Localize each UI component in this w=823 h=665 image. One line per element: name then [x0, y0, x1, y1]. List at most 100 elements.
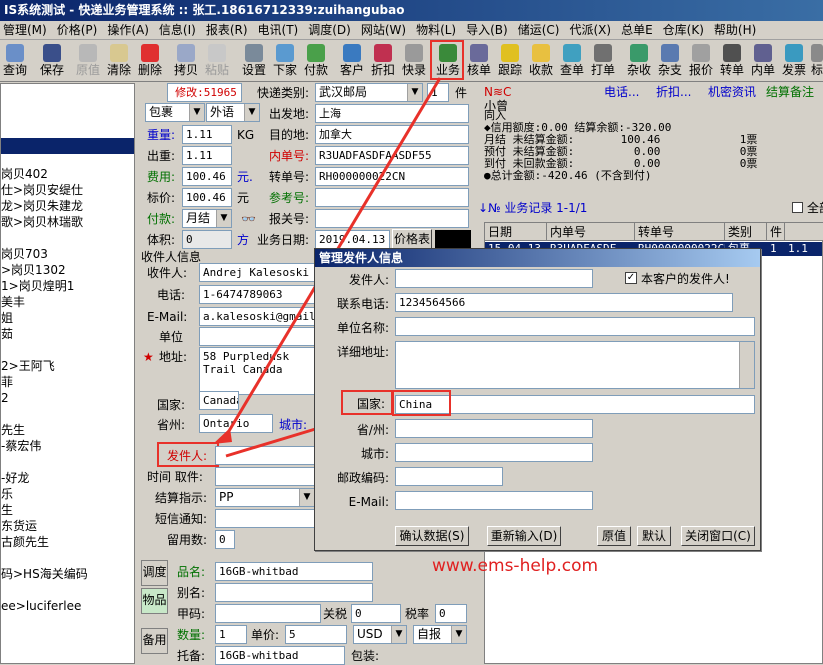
tree-selected-row[interactable] [1, 138, 134, 154]
dlg-email-input[interactable] [395, 491, 593, 510]
check-order-button[interactable]: 核单 [465, 42, 493, 80]
menu-item[interactable]: 网站(W) [358, 21, 413, 39]
tree-item[interactable]: 生 [1, 502, 13, 518]
sms-input[interactable] [215, 509, 315, 528]
chevron-down-icon[interactable]: ▼ [299, 489, 314, 506]
tariff-input[interactable]: 0 [351, 604, 401, 623]
reenter-button[interactable]: 重新输入(D) [487, 526, 561, 546]
delete-button[interactable]: 删除 [136, 42, 164, 80]
tree-item[interactable]: 1>岗贝煌明1 [1, 278, 74, 294]
origin-input[interactable]: 上海 [315, 104, 469, 123]
volume-input[interactable]: 0 [182, 230, 232, 249]
receiver-phone-input[interactable]: 1-6474789063 [199, 285, 319, 304]
tree-item[interactable]: 东货运 [1, 518, 37, 534]
weight-input[interactable]: 1.11 [182, 125, 232, 144]
dlg-company-input[interactable] [395, 317, 755, 336]
tree-item[interactable]: 龙>岗贝朱建龙 [1, 198, 83, 214]
chevron-down-icon[interactable]: ▼ [407, 84, 422, 101]
print-order-button[interactable]: 打单 [589, 42, 617, 80]
menu-item[interactable]: 报表(R) [203, 21, 255, 39]
goods-alias-input[interactable] [215, 583, 373, 602]
ref-no-input[interactable] [315, 188, 469, 207]
menu-item[interactable]: 操作(A) [104, 21, 156, 39]
out-weight-input[interactable]: 1.11 [182, 146, 232, 165]
menu-item[interactable]: 储运(C) [515, 21, 567, 39]
settle-note-link[interactable]: 结算备注 [766, 83, 814, 101]
tab-dispatch[interactable]: 调度 [141, 560, 168, 586]
destination-input[interactable]: 加拿大 [315, 125, 469, 144]
tree-item[interactable]: 码>HS海关编码 [1, 566, 88, 582]
all-checkbox[interactable] [792, 202, 803, 213]
column-header[interactable]: 件 [767, 223, 785, 241]
next-order-button[interactable]: 下家 [271, 42, 299, 80]
unit-price-input[interactable]: 5 [285, 625, 347, 644]
tree-item[interactable]: 姐 [1, 310, 13, 326]
tree-item[interactable]: -蔡宏伟 [1, 438, 41, 454]
settings-button[interactable]: 设置 [240, 42, 268, 80]
customer-button[interactable]: 客户 [338, 42, 366, 80]
default-button[interactable]: 默认 [637, 526, 671, 546]
track-button[interactable]: 跟踪 [496, 42, 524, 80]
tree-item[interactable]: 乐 [1, 486, 13, 502]
address-scrollbar[interactable] [739, 342, 754, 388]
receiver-country-input[interactable]: Canada [199, 391, 239, 410]
menu-item[interactable]: 仓库(K) [660, 21, 711, 39]
qty-input[interactable]: 1 [215, 625, 247, 644]
column-header[interactable]: 类别 [725, 223, 767, 241]
receiver-name-input[interactable]: Andrej Kalesoski [199, 263, 319, 282]
menu-item[interactable]: 信息(I) [156, 21, 203, 39]
receiver-address-input[interactable]: 58 Purpledusk Trail Canada [199, 347, 319, 395]
close-window-button[interactable]: 关闭窗口(C) [681, 526, 755, 546]
origin-value-button[interactable]: 原值 [597, 526, 631, 546]
dlg-address-input[interactable] [395, 341, 755, 389]
menu-item[interactable]: 价格(P) [54, 21, 105, 39]
receiver-email-input[interactable]: a.kalesoski@gmail.c [199, 307, 319, 326]
paste-button[interactable]: 粘贴 [203, 42, 231, 80]
tree-item[interactable]: ee>luciferlee [1, 598, 81, 614]
tree-item[interactable]: 古颜先生 [1, 534, 49, 550]
payment-button[interactable]: 付款 [302, 42, 330, 80]
tax-input[interactable]: 0 [435, 604, 467, 623]
misc-fee-button[interactable]: 杂收 [625, 42, 653, 80]
discount-link[interactable]: 折扣... [656, 83, 691, 101]
tree-item[interactable]: 茹 [1, 326, 13, 342]
phone-link[interactable]: 电话... [604, 83, 639, 101]
chevron-down-icon[interactable]: ▼ [216, 210, 231, 227]
tree-item[interactable]: 岗贝703 [1, 246, 48, 262]
menu-item[interactable]: 调度(D) [305, 21, 358, 39]
dlg-phone-input[interactable]: 1234564566 [395, 293, 733, 312]
misc-pay-button[interactable]: 杂支 [656, 42, 684, 80]
tab-goods[interactable]: 物品 [141, 588, 168, 614]
menu-item[interactable]: 帮助(H) [711, 21, 763, 39]
tree-item[interactable]: 2>王阿飞 [1, 358, 55, 374]
receiver-company-input[interactable] [199, 327, 319, 346]
check-order2-button[interactable]: 查单 [558, 42, 586, 80]
express-type-select[interactable]: 武汉邮局 ▼ [315, 83, 423, 102]
tree-item[interactable]: 美丰 [1, 294, 25, 310]
receive-button[interactable]: 收款 [527, 42, 555, 80]
glasses-icon[interactable]: 👓 [241, 210, 256, 228]
chevron-down-icon[interactable]: ▼ [189, 104, 204, 121]
sender-input[interactable] [215, 446, 315, 465]
pickup-input[interactable] [215, 467, 315, 486]
tab-backup[interactable]: 备用 [141, 628, 168, 654]
goods-code-input[interactable] [215, 604, 321, 623]
invoice-button[interactable]: 发票 [780, 42, 808, 80]
dlg-zip-input[interactable] [395, 467, 503, 486]
tree-item[interactable]: 2 [1, 390, 9, 406]
tree-item[interactable]: 岗贝402 [1, 166, 48, 182]
chevron-down-icon[interactable]: ▼ [391, 626, 406, 643]
column-header[interactable]: 日期 [485, 223, 547, 241]
origin-button[interactable]: 原值 [74, 42, 102, 80]
price-input[interactable]: 100.46 [182, 188, 232, 207]
save-button[interactable]: 保存 [38, 42, 66, 80]
menu-item[interactable]: 电讯(T) [255, 21, 306, 39]
settle-select[interactable]: PP ▼ [215, 488, 315, 507]
quick-entry-button[interactable]: 快录 [400, 42, 428, 80]
is-customer-sender-checkbox[interactable]: ✓ [625, 272, 637, 284]
remain-input[interactable]: 0 [215, 530, 235, 549]
chevron-down-icon[interactable]: ▼ [244, 104, 259, 121]
transfer-button[interactable]: 转单 [718, 42, 746, 80]
copy-button[interactable]: 拷贝 [172, 42, 200, 80]
dlg-province-input[interactable] [395, 419, 593, 438]
